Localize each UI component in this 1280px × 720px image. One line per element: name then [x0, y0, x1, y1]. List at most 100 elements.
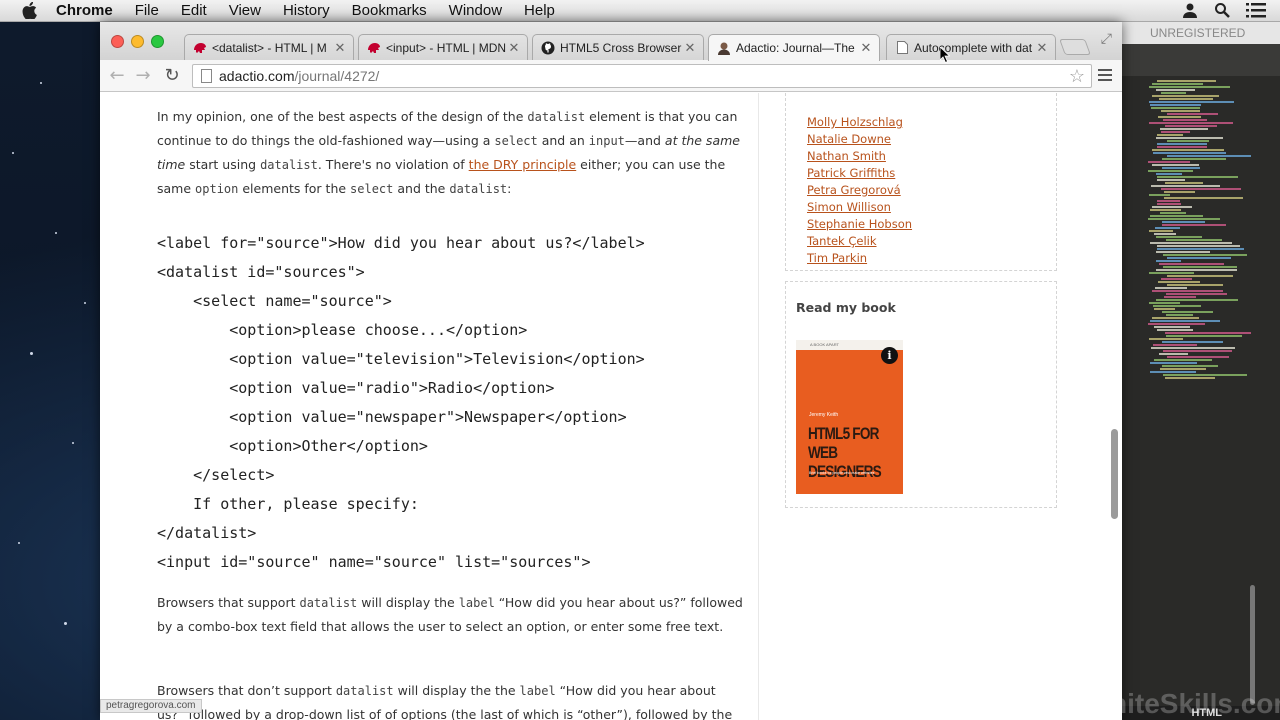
- menu-file[interactable]: File: [135, 2, 159, 19]
- minimap-line: [1163, 266, 1237, 268]
- book-title-line: WEB DESIGNERS: [808, 443, 882, 481]
- minimap-line: [1164, 296, 1196, 298]
- code-line: <input id="source" name="source" list="s…: [157, 553, 591, 571]
- minimap-line: [1159, 353, 1188, 355]
- sidebar-person-link[interactable]: Stephanie Hobson: [807, 216, 1056, 233]
- page-scrollbar[interactable]: [1111, 429, 1118, 519]
- minimap-line: [1153, 305, 1201, 307]
- new-tab-button[interactable]: [1059, 39, 1091, 55]
- tab-autocomplete-datalist[interactable]: Autocomplete with dat ✕: [886, 34, 1056, 60]
- minimap-line: [1149, 302, 1180, 304]
- minimap-line: [1161, 278, 1192, 280]
- minimap-line: [1157, 248, 1244, 250]
- sidebar-person-link[interactable]: Simon Willison: [807, 199, 1056, 216]
- minimap-line: [1154, 308, 1175, 310]
- tab-label: <input> - HTML | MDN: [386, 40, 507, 55]
- sidebar-person-link[interactable]: Petra Gregorová: [807, 182, 1056, 199]
- minimap-line: [1152, 95, 1219, 97]
- apple-icon[interactable]: [20, 2, 38, 20]
- code-line: <option>Other</option>: [157, 437, 428, 455]
- sidebar-people-list: Molly Holzschlag Natalie Downe Nathan Sm…: [785, 93, 1057, 271]
- minimap-line: [1167, 140, 1209, 142]
- menu-view[interactable]: View: [229, 2, 261, 19]
- menubar-status-area: [1182, 2, 1266, 22]
- menu-app-name[interactable]: Chrome: [56, 2, 113, 19]
- minimap-line: [1159, 98, 1213, 100]
- minimap-line: [1149, 272, 1194, 274]
- browser-titlebar: <datalist> - HTML | M ✕ <input> - HTML |…: [100, 22, 1122, 61]
- menu-edit[interactable]: Edit: [181, 2, 207, 19]
- menu-window[interactable]: Window: [449, 2, 502, 19]
- user-icon[interactable]: [1182, 2, 1198, 22]
- close-tab-icon[interactable]: ✕: [507, 40, 521, 56]
- sidebar-person-link[interactable]: Tim Parkin: [807, 250, 1056, 267]
- code-line: <option value="television">Television</o…: [157, 350, 645, 368]
- minimap-line: [1158, 116, 1201, 118]
- zoom-window-button[interactable]: [151, 35, 164, 48]
- minimap-line: [1156, 260, 1181, 262]
- address-bar[interactable]: adactio.com/journal/4272/ ☆: [192, 64, 1092, 88]
- page-content[interactable]: In my opinion, one of the best aspects o…: [100, 93, 1122, 720]
- book-author: Jeremy Keith: [809, 412, 839, 418]
- editor-minimap[interactable]: [1148, 80, 1251, 380]
- watermark-text: InfiniteSkills.com: [1068, 688, 1280, 719]
- minimap-line: [1160, 368, 1206, 370]
- menu-bookmarks[interactable]: Bookmarks: [352, 2, 427, 19]
- sidebar-person-link[interactable]: Molly Holzschlag: [807, 114, 1056, 131]
- forward-arrow-icon[interactable]: →: [132, 65, 154, 87]
- close-tab-icon[interactable]: ✕: [683, 40, 697, 56]
- menu-help[interactable]: Help: [524, 2, 555, 19]
- page-info-icon[interactable]: [201, 69, 212, 83]
- article-paragraph: In my opinion, one of the best aspects o…: [157, 109, 740, 196]
- minimap-line: [1167, 284, 1223, 286]
- minimap-line: [1163, 374, 1247, 376]
- minimap-line: [1157, 146, 1207, 148]
- spotlight-search-icon[interactable]: [1214, 2, 1230, 22]
- sidebar-person-link[interactable]: Natalie Downe: [807, 131, 1056, 148]
- minimap-line: [1163, 350, 1232, 352]
- minimap-line: [1165, 377, 1215, 379]
- book-cover-image[interactable]: A BOOK APART Jeremy Keith HTML5 FOR WEB …: [796, 340, 903, 494]
- bookmark-star-icon[interactable]: ☆: [1069, 65, 1085, 87]
- minimap-line: [1163, 254, 1247, 256]
- close-window-button[interactable]: [111, 35, 124, 48]
- sidebar-person-link[interactable]: Patrick Griffiths: [807, 165, 1056, 182]
- dry-principle-link[interactable]: the DRY principle: [469, 157, 577, 172]
- minimap-line: [1159, 263, 1224, 265]
- minimap-line: [1157, 176, 1238, 178]
- tab-html5-cross-browser[interactable]: HTML5 Cross Browser ✕: [532, 34, 704, 60]
- sidebar-person-link[interactable]: Tantek Çelik: [807, 233, 1056, 250]
- back-arrow-icon[interactable]: ←: [106, 65, 128, 87]
- tab-input-mdn[interactable]: <input> - HTML | MDN ✕: [358, 34, 528, 60]
- sidebar-person-link[interactable]: Nathan Smith: [807, 148, 1056, 165]
- minimap-line: [1148, 161, 1190, 163]
- minimap-line: [1162, 167, 1200, 169]
- tab-adactio-journal[interactable]: Adactio: Journal—The ✕: [708, 34, 880, 61]
- minimap-line: [1167, 275, 1233, 277]
- minimap-line: [1150, 371, 1196, 373]
- editor-scrollbar[interactable]: [1250, 585, 1255, 705]
- fullscreen-icon[interactable]: ⤢: [1101, 31, 1112, 47]
- url-host: adactio.com: [219, 68, 295, 84]
- close-tab-icon[interactable]: ✕: [859, 40, 873, 56]
- minimap-line: [1149, 194, 1170, 196]
- chrome-menu-icon[interactable]: [1098, 69, 1112, 84]
- minimap-line: [1150, 104, 1201, 106]
- close-tab-icon[interactable]: ✕: [1035, 40, 1049, 56]
- browser-toolbar: ← → ↻ adactio.com/journal/4272/ ☆: [100, 60, 1122, 92]
- minimap-line: [1150, 362, 1197, 364]
- info-icon[interactable]: i: [881, 347, 898, 364]
- address-url[interactable]: adactio.com/journal/4272/: [219, 65, 379, 87]
- minimap-line: [1167, 356, 1229, 358]
- minimap-line: [1156, 269, 1237, 271]
- tab-datalist-mdn[interactable]: <datalist> - HTML | M ✕: [184, 34, 354, 60]
- notification-list-icon[interactable]: [1246, 2, 1266, 22]
- minimize-window-button[interactable]: [131, 35, 144, 48]
- menu-history[interactable]: History: [283, 2, 330, 19]
- column-divider: [758, 93, 759, 720]
- close-tab-icon[interactable]: ✕: [333, 40, 347, 56]
- reload-icon[interactable]: ↻: [161, 65, 183, 87]
- minimap-line: [1161, 110, 1200, 112]
- browser-window: <datalist> - HTML | M ✕ <input> - HTML |…: [100, 22, 1122, 720]
- tab-label: HTML5 Cross Browser: [560, 40, 682, 55]
